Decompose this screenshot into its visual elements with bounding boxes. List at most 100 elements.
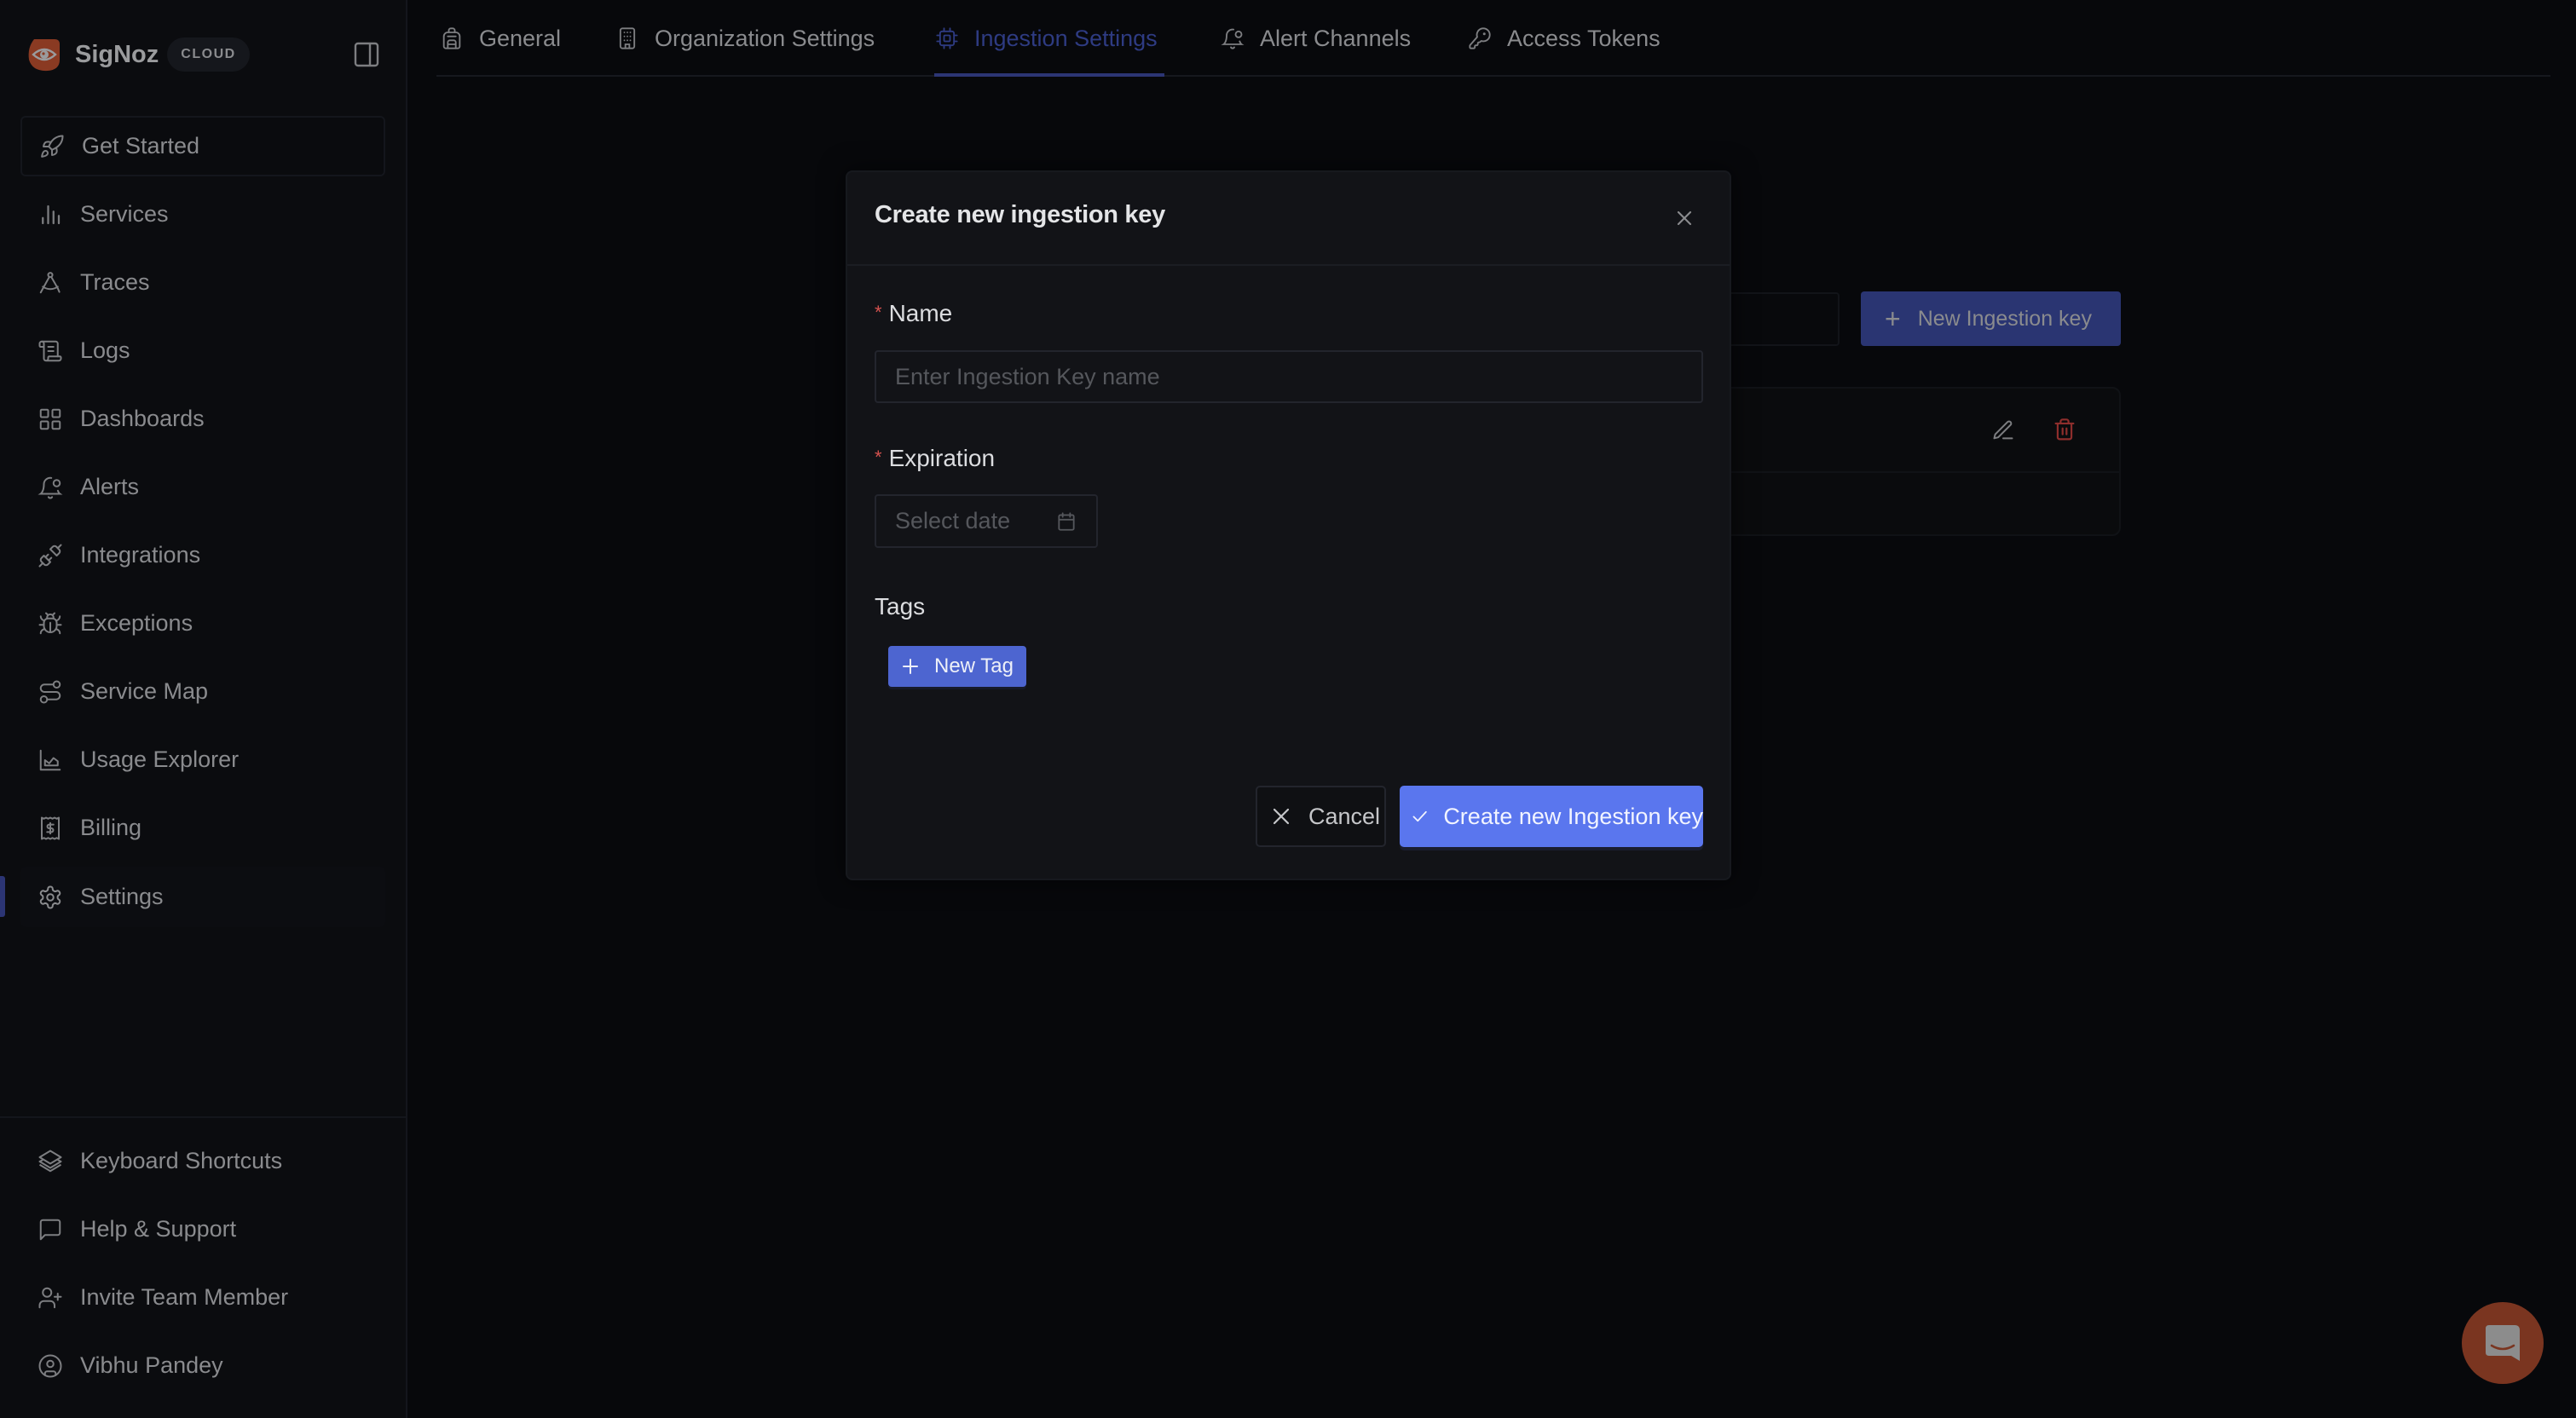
check-icon <box>1412 810 1427 822</box>
required-asterisk: * <box>875 302 882 323</box>
cancel-button[interactable]: Cancel <box>1256 786 1386 847</box>
create-label: Create new Ingestion key <box>1443 803 1703 829</box>
message-square-icon <box>39 1219 61 1240</box>
backpack-icon <box>442 27 461 49</box>
cpu-icon <box>936 27 958 49</box>
sidebar-item-label: Get Started <box>82 133 200 159</box>
receipt-icon <box>41 816 60 839</box>
rocket-icon <box>41 134 64 158</box>
sidebar-item-traces[interactable]: Traces <box>20 252 385 313</box>
sidebar-item-get-started[interactable]: Get Started <box>20 116 385 176</box>
support-chat-launcher[interactable] <box>2462 1302 2544 1384</box>
required-asterisk: * <box>875 447 882 468</box>
bell-dot-icon <box>1221 28 1245 49</box>
delete-key-button[interactable] <box>2053 418 2076 443</box>
sidebar-item-label: Billing <box>80 815 142 840</box>
bug-icon <box>38 612 62 634</box>
panel-right-icon <box>354 42 379 67</box>
plug-icon <box>38 544 62 567</box>
bar-chart-icon <box>42 205 61 224</box>
sidebar-item-billing[interactable]: Billing <box>20 798 385 858</box>
new-ingestion-key-label: New Ingestion key <box>1917 306 2092 331</box>
building-icon <box>619 27 636 49</box>
sidebar-item-user-profile[interactable]: Vibhu Pandey <box>20 1335 385 1396</box>
tab-label: Organization Settings <box>655 25 875 51</box>
trash-icon <box>2054 418 2075 441</box>
sidebar-item-label: Settings <box>80 884 164 909</box>
sidebar-item-label: Integrations <box>80 542 201 568</box>
sidebar-item-label: Invite Team Member <box>80 1284 289 1310</box>
sidebar-item-label: Vibhu Pandey <box>80 1352 223 1378</box>
modal-title: Create new ingestion key <box>875 201 1165 228</box>
grid-icon <box>39 408 61 429</box>
sidebar-item-logs[interactable]: Logs <box>20 320 385 381</box>
new-tag-button[interactable]: New Tag <box>888 646 1026 687</box>
close-icon <box>1677 210 1692 226</box>
sidebar: SigNoz CLOUD Get Started Services Traces… <box>0 0 407 1418</box>
active-indicator <box>0 876 5 917</box>
tab-ingestion-settings[interactable]: Ingestion Settings <box>935 0 1158 77</box>
sidebar-item-label: Alerts <box>80 474 140 499</box>
tab-general[interactable]: General <box>440 0 561 77</box>
compass-draft-icon <box>39 271 61 293</box>
sidebar-toggle-button[interactable] <box>351 39 382 70</box>
chat-icon <box>2486 1325 2520 1361</box>
sidebar-item-keyboard-shortcuts[interactable]: Keyboard Shortcuts <box>20 1131 385 1191</box>
sidebar-item-label: Traces <box>80 269 150 295</box>
create-ingestion-key-button[interactable]: Create new Ingestion key <box>1400 786 1703 847</box>
user-circle-icon <box>38 1354 62 1377</box>
route-icon <box>39 680 61 703</box>
sidebar-item-label: Service Map <box>80 678 209 704</box>
tab-organization-settings[interactable]: Organization Settings <box>615 0 875 77</box>
sidebar-item-alerts[interactable]: Alerts <box>20 457 385 517</box>
bell-dot-icon <box>38 476 63 499</box>
sidebar-item-help-support[interactable]: Help & Support <box>20 1199 385 1259</box>
close-icon <box>1273 808 1290 825</box>
area-chart-icon <box>39 749 61 770</box>
sidebar-item-settings[interactable]: Settings <box>20 867 385 927</box>
expiration-field-label: * Expiration <box>875 445 995 472</box>
new-tag-label: New Tag <box>934 654 1014 677</box>
key-icon <box>1469 27 1491 49</box>
tags-label: Tags <box>875 593 926 620</box>
ingestion-key-name-input[interactable] <box>875 350 1703 403</box>
active-tab-indicator <box>934 73 1164 77</box>
sidebar-item-label: Help & Support <box>80 1216 237 1242</box>
tab-label: Alert Channels <box>1260 25 1412 51</box>
sidebar-item-dashboards[interactable]: Dashboards <box>20 389 385 449</box>
sidebar-item-label: Logs <box>80 337 130 363</box>
sidebar-item-services[interactable]: Services <box>20 184 385 245</box>
sidebar-item-label: Services <box>80 201 169 227</box>
sidebar-item-integrations[interactable]: Integrations <box>20 525 385 585</box>
user-plus-icon <box>38 1287 62 1308</box>
tab-access-tokens[interactable]: Access Tokens <box>1468 0 1661 77</box>
sidebar-divider <box>0 1116 406 1118</box>
pencil-line-icon <box>1993 420 2013 440</box>
layers-icon <box>38 1150 62 1172</box>
expiration-label-text: Expiration <box>888 445 996 471</box>
plus-icon <box>903 659 918 674</box>
sidebar-item-label: Keyboard Shortcuts <box>80 1148 283 1173</box>
sidebar-item-usage-explorer[interactable]: Usage Explorer <box>20 729 385 790</box>
sidebar-item-service-map[interactable]: Service Map <box>20 661 385 722</box>
expiration-date-picker[interactable]: Select date <box>875 494 1098 548</box>
name-label-text: Name <box>888 300 953 326</box>
plus-icon: + <box>1885 303 1901 334</box>
tab-label: Access Tokens <box>1507 25 1661 51</box>
tab-label: Ingestion Settings <box>974 25 1158 51</box>
date-placeholder: Select date <box>895 508 1011 533</box>
calendar-icon <box>1058 511 1075 531</box>
cloud-badge: CLOUD <box>167 37 250 72</box>
name-field-label: * Name <box>875 300 952 327</box>
edit-key-button[interactable] <box>1991 418 2015 442</box>
new-ingestion-key-button[interactable]: + New Ingestion key <box>1861 291 2121 346</box>
sidebar-item-label: Usage Explorer <box>80 746 240 772</box>
sidebar-item-exceptions[interactable]: Exceptions <box>20 593 385 654</box>
signoz-logo[interactable] <box>27 37 61 72</box>
sidebar-item-label: Exceptions <box>80 610 193 636</box>
brand-name: SigNoz <box>75 41 159 68</box>
sidebar-item-label: Dashboards <box>80 406 205 431</box>
tab-alert-channels[interactable]: Alert Channels <box>1221 0 1411 77</box>
modal-close-button[interactable] <box>1672 206 1696 230</box>
sidebar-item-invite-team-member[interactable]: Invite Team Member <box>20 1267 385 1328</box>
